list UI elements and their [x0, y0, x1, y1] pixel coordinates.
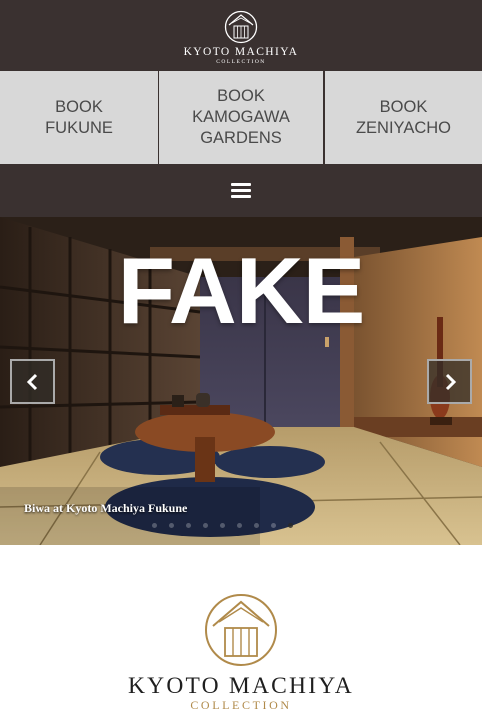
site-header: KYOTO MACHIYA COLLECTION: [0, 0, 482, 71]
slider-dot[interactable]: [152, 523, 157, 528]
main-logo[interactable]: KYOTO MACHIYA COLLECTION: [0, 592, 482, 713]
book-fukune-line2: FUKUNE: [45, 118, 113, 137]
book-zeniyacho-line1: BOOK: [379, 97, 428, 116]
slider-prev-button[interactable]: [10, 359, 55, 404]
machiya-house-logo-icon: [224, 10, 258, 44]
book-fukune-line1: BOOK: [55, 97, 103, 116]
book-kamogawa-gardens-button[interactable]: BOOK KAMOGAWA GARDENS: [159, 71, 323, 164]
slider-dot[interactable]: [288, 523, 293, 528]
book-kamogawa-line3: GARDENS: [200, 129, 282, 147]
booking-buttons: BOOK FUKUNE BOOK KAMOGAWA GARDENS BOOK Z…: [0, 71, 482, 164]
header-brand-sub: COLLECTION: [216, 59, 266, 65]
logo-brand-name: KYOTO MACHIYA: [128, 673, 354, 699]
slider-dot[interactable]: [254, 523, 259, 528]
slider-dot[interactable]: [220, 523, 225, 528]
slider-dot[interactable]: [186, 523, 191, 528]
slider-dot[interactable]: [271, 523, 276, 528]
slider-next-button[interactable]: [427, 359, 472, 404]
book-kamogawa-line1: BOOK: [217, 87, 265, 105]
slider-dot[interactable]: [203, 523, 208, 528]
book-kamogawa-line2: KAMOGAWA: [192, 108, 290, 126]
chevron-left-icon: [26, 373, 37, 390]
book-zeniyacho-line2: ZENIYACHO: [355, 118, 452, 137]
header-brand-name: KYOTO MACHIYA: [183, 46, 299, 58]
chevron-right-icon: [445, 373, 456, 390]
slide-caption: Biwa at Kyoto Machiya Fukune: [24, 501, 188, 515]
slider-dot[interactable]: [237, 523, 242, 528]
slider-dot[interactable]: [169, 523, 174, 528]
slide-title: FAKE: [117, 238, 366, 343]
machiya-house-logo-icon: [205, 594, 277, 666]
book-fukune-button[interactable]: BOOK FUKUNE: [0, 71, 158, 164]
header-logo[interactable]: KYOTO MACHIYA COLLECTION: [0, 10, 482, 65]
logo-brand-sub: COLLECTION: [190, 698, 292, 712]
hamburger-menu-icon[interactable]: [231, 183, 251, 198]
book-zeniyacho-button[interactable]: BOOK ZENIYACHO: [325, 71, 482, 164]
hero-slider: FAKE Biwa at Kyoto Machiya Fukune: [0, 217, 482, 545]
